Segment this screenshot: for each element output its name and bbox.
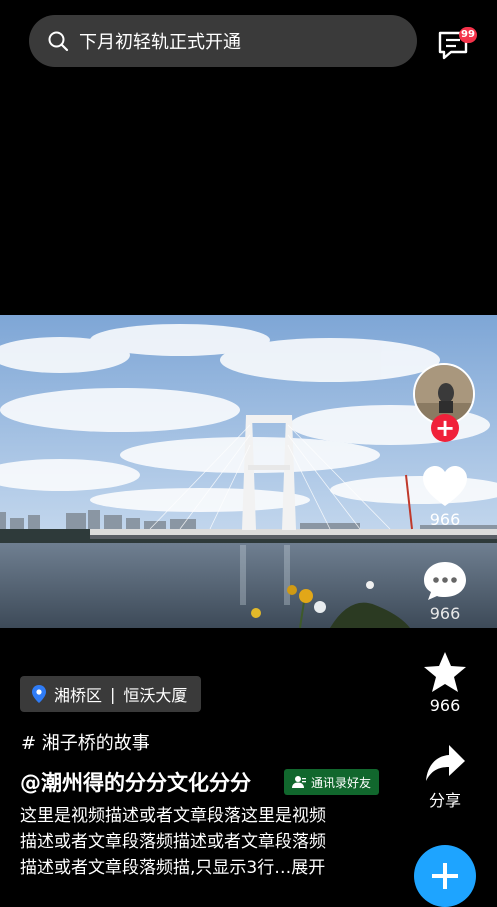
star-icon [424, 652, 466, 692]
search-bar[interactable]: 下月初轻轨正式开通 [29, 15, 417, 67]
description-line: 描述或者文章段落频描述或者文章段落频 [20, 832, 326, 852]
share-icon [426, 745, 465, 781]
heart-icon [423, 466, 467, 506]
plus-icon: + [434, 414, 456, 442]
contact-friend-tag: 通讯录好友 [284, 769, 380, 795]
description-line: 这里是视频描述或者文章段落这里是视频 [20, 806, 326, 826]
share-label: 分享 [428, 791, 461, 810]
location-district: 湘桥区 [54, 686, 103, 705]
author-name[interactable]: @潮州得的分分文化分分 [20, 767, 251, 797]
comment-button[interactable]: 966 [410, 560, 480, 623]
search-text: 下月初轻轨正式开通 [79, 32, 241, 53]
like-button[interactable]: 966 [410, 464, 480, 529]
topic-hashtag[interactable]: # 湘子桥的故事 [21, 729, 150, 755]
add-button[interactable] [414, 845, 476, 907]
location-pin-icon [32, 685, 46, 703]
contact-tag-label: 通讯录好友 [311, 775, 372, 790]
like-count: 966 [429, 510, 461, 529]
location-separator: | [110, 684, 116, 704]
message-badge: 99 [459, 27, 477, 43]
search-icon [48, 31, 69, 52]
plus-icon [432, 863, 458, 889]
location-place: 恒沃大厦 [123, 686, 188, 705]
video-description[interactable]: 这里是视频描述或者文章段落这里是视频 描述或者文章段落频描述或者文章段落频 描述… [20, 803, 396, 881]
follow-button[interactable]: + [431, 414, 459, 442]
comment-count: 966 [429, 604, 461, 623]
share-button[interactable]: 分享 [410, 743, 480, 811]
comment-icon [424, 562, 466, 600]
location-tag[interactable]: 湘桥区 | 恒沃大厦 [20, 676, 202, 712]
description-line: 描述或者文章段落频描,只显示3行…展开 [20, 858, 326, 878]
favorite-count: 966 [429, 696, 461, 715]
favorite-button[interactable]: 966 [410, 650, 480, 715]
contact-icon [292, 776, 306, 788]
